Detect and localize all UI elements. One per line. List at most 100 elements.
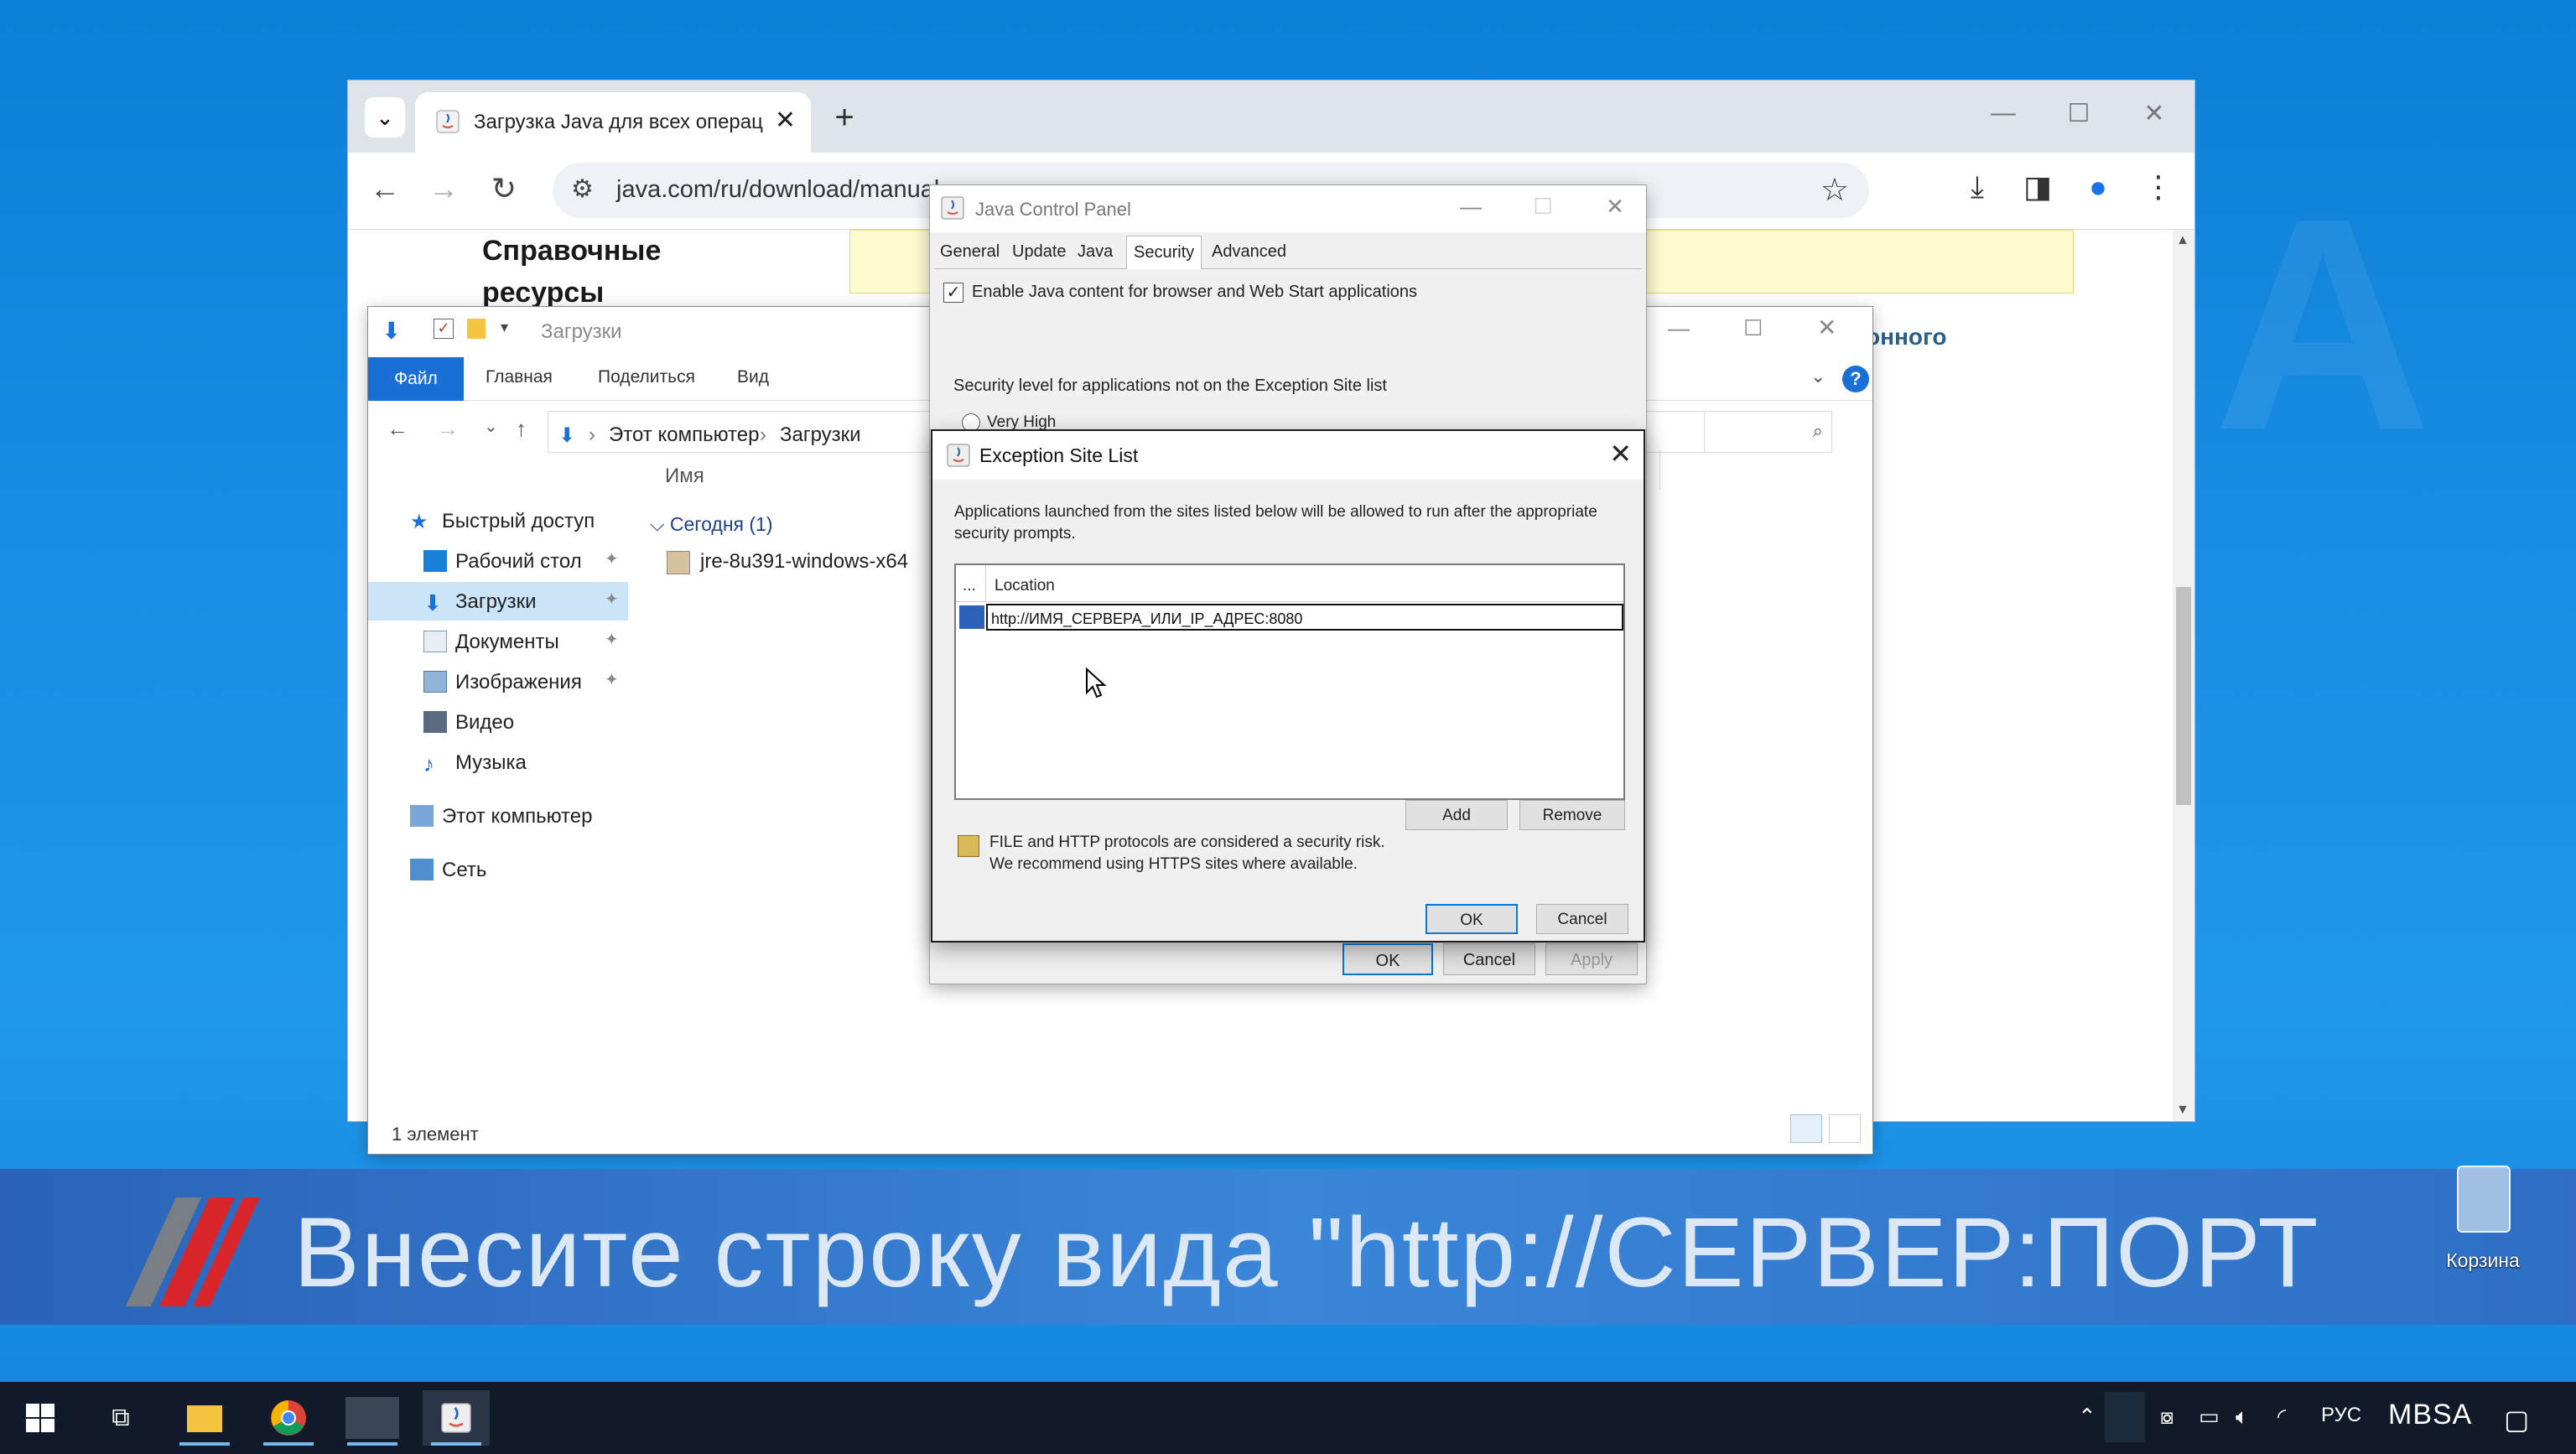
tab-advanced[interactable]: Advanced [1212, 242, 1286, 262]
nav-this-pc[interactable]: Этот компьютер [368, 797, 628, 835]
side-panel-icon[interactable]: ◨ [2017, 169, 2059, 205]
remove-button[interactable]: Remove [1519, 800, 1625, 830]
tab-update[interactable]: Update [1012, 242, 1067, 262]
tab-general[interactable]: General [940, 242, 1000, 262]
profile-icon[interactable]: ● [2077, 169, 2119, 205]
chevron-up-icon[interactable]: ⌃ [2078, 1404, 2096, 1430]
explorer-search-box[interactable]: ⌕ [1631, 411, 1832, 453]
maximize-button[interactable]: ☐ [2054, 99, 2104, 128]
task-view-icon[interactable]: ⧉ [87, 1390, 154, 1446]
camera-icon[interactable]: ⧇ [2160, 1404, 2174, 1431]
breadcrumb-this-pc[interactable]: Этот компьютер [609, 423, 759, 447]
enable-java-checkbox[interactable]: ✓ Enable Java content for browser and We… [943, 283, 1417, 303]
tab-java[interactable]: Java [1078, 242, 1113, 262]
notification-center-icon[interactable]: ▢ [2504, 1404, 2529, 1436]
page-link[interactable]: онного [1866, 324, 1946, 351]
maximize-button[interactable]: ☐ [1743, 315, 1763, 341]
new-folder-icon[interactable] [467, 319, 486, 339]
nav-quick-access[interactable]: ★ Быстрый доступ [368, 501, 628, 540]
user-label: MBSA [2388, 1399, 2473, 1431]
column-divider [1659, 449, 1660, 490]
column-header-ellipsis[interactable]: ... [956, 565, 986, 602]
close-tab-icon[interactable]: ✕ [775, 106, 796, 135]
jcp-ok-button[interactable]: OK [1343, 943, 1433, 975]
nav-downloads[interactable]: ⬇ Загрузки ✦ [368, 582, 628, 621]
tray-app-icon[interactable] [2105, 1392, 2145, 1442]
nav-music[interactable]: ♪ Музыка [368, 743, 628, 782]
navigation-pane: ★ Быстрый доступ Рабочий стол ✦ ⬇ Загруз… [368, 463, 628, 1107]
nav-label: Изображения [455, 671, 582, 693]
minimize-button[interactable]: — [1978, 99, 2028, 127]
column-header-location[interactable]: Location [995, 577, 1055, 595]
nav-label: Музыка [455, 751, 527, 774]
windows-logo-icon [26, 1404, 55, 1432]
close-window-button[interactable]: ✕ [1817, 314, 1836, 341]
scroll-thumb[interactable] [2176, 587, 2191, 805]
minimize-button[interactable]: — [1668, 315, 1690, 341]
menu-kebab-icon[interactable]: ⋮ [2137, 169, 2179, 205]
recent-locations-icon[interactable]: ⌄ [484, 416, 498, 437]
nav-network[interactable]: Сеть [368, 850, 628, 889]
ribbon-tab-view[interactable]: Вид [737, 367, 769, 387]
scroll-down-icon[interactable]: ▼ [2176, 1103, 2189, 1118]
close-window-button[interactable]: ✕ [1594, 194, 1636, 220]
lock-icon [959, 605, 984, 629]
language-indicator[interactable]: РУС [2321, 1404, 2361, 1427]
breadcrumb-downloads[interactable]: Загрузки [780, 423, 861, 447]
jcp-cancel-button[interactable]: Cancel [1443, 943, 1535, 975]
esl-cancel-button[interactable]: Cancel [1536, 904, 1628, 934]
tab-security[interactable]: Security [1126, 236, 1202, 269]
new-tab-button[interactable]: + [824, 97, 865, 138]
nav-documents[interactable]: Документы ✦ [368, 622, 628, 661]
back-arrow-icon[interactable]: ← [387, 416, 408, 442]
up-arrow-icon[interactable]: ↑ [516, 416, 527, 442]
forward-arrow-icon[interactable]: → [423, 171, 464, 206]
file-explorer-taskbar-icon[interactable] [171, 1390, 238, 1446]
ribbon-tab-home[interactable]: Главная [486, 367, 553, 387]
site-info-icon[interactable]: ⚙ [571, 174, 594, 204]
minimize-button[interactable]: — [1450, 194, 1492, 220]
scroll-up-icon[interactable]: ▲ [2176, 233, 2189, 248]
back-arrow-icon[interactable]: ← [365, 171, 405, 206]
help-icon[interactable]: ? [1842, 366, 1869, 392]
column-header-name[interactable]: Имя [665, 465, 704, 488]
qat-dropdown-icon[interactable]: ▾ [501, 319, 508, 336]
group-header[interactable]: ⌵ Сегодня (1) [650, 513, 772, 536]
video-icon [423, 711, 447, 733]
close-icon[interactable]: ✕ [1609, 438, 1632, 470]
browser-tab[interactable]: Загрузка Java для всех операц ✕ [415, 92, 811, 153]
network-icon[interactable]: ◜ [2277, 1404, 2286, 1430]
breadcrumb-separator-icon: › [760, 423, 766, 446]
ribbon-expand-icon[interactable]: ⌄ [1810, 366, 1826, 387]
java-icon [947, 444, 970, 467]
ribbon-tab-share[interactable]: Поделиться [598, 367, 695, 387]
table-row[interactable] [956, 604, 1623, 631]
esl-ok-button[interactable]: OK [1426, 904, 1518, 934]
details-view-icon[interactable] [1789, 1114, 1822, 1143]
page-scrollbar[interactable]: ▲ ▼ [2173, 230, 2194, 1121]
nav-desktop[interactable]: Рабочий стол ✦ [368, 542, 628, 580]
forward-arrow-icon[interactable]: → [437, 416, 459, 442]
nav-video[interactable]: Видео [368, 703, 628, 741]
ribbon-tab-file[interactable]: Файл [368, 357, 464, 401]
properties-icon[interactable]: ✓ [434, 319, 454, 339]
location-input[interactable] [986, 604, 1623, 631]
chrome-taskbar-icon[interactable] [255, 1390, 322, 1446]
battery-icon[interactable]: ▭ [2199, 1404, 2220, 1430]
close-window-button[interactable]: ✕ [2129, 99, 2179, 128]
nav-images[interactable]: Изображения ✦ [368, 662, 628, 701]
bookmark-star-icon[interactable]: ☆ [1820, 171, 1849, 209]
file-item[interactable]: jre-8u391-windows-x64 [667, 550, 908, 574]
esl-title: Exception Site List [979, 444, 1139, 466]
large-icons-view-icon[interactable] [1829, 1114, 1861, 1143]
java-taskbar-icon[interactable] [423, 1390, 490, 1446]
blurred-app-taskbar-icon[interactable] [339, 1390, 406, 1446]
recycle-bin[interactable]: Корзина [2420, 1166, 2546, 1283]
reload-icon[interactable]: ↻ [484, 171, 524, 206]
jcp-titlebar: Java Control Panel — ☐ ✕ [930, 185, 1646, 232]
volume-icon[interactable]: 🔈︎ [2236, 1404, 2249, 1431]
tab-search-button[interactable]: ⌄ [365, 97, 405, 138]
download-icon[interactable]: ⤓ [1956, 169, 1998, 205]
add-button[interactable]: Add [1405, 800, 1508, 830]
windows-start-icon[interactable] [7, 1390, 74, 1446]
